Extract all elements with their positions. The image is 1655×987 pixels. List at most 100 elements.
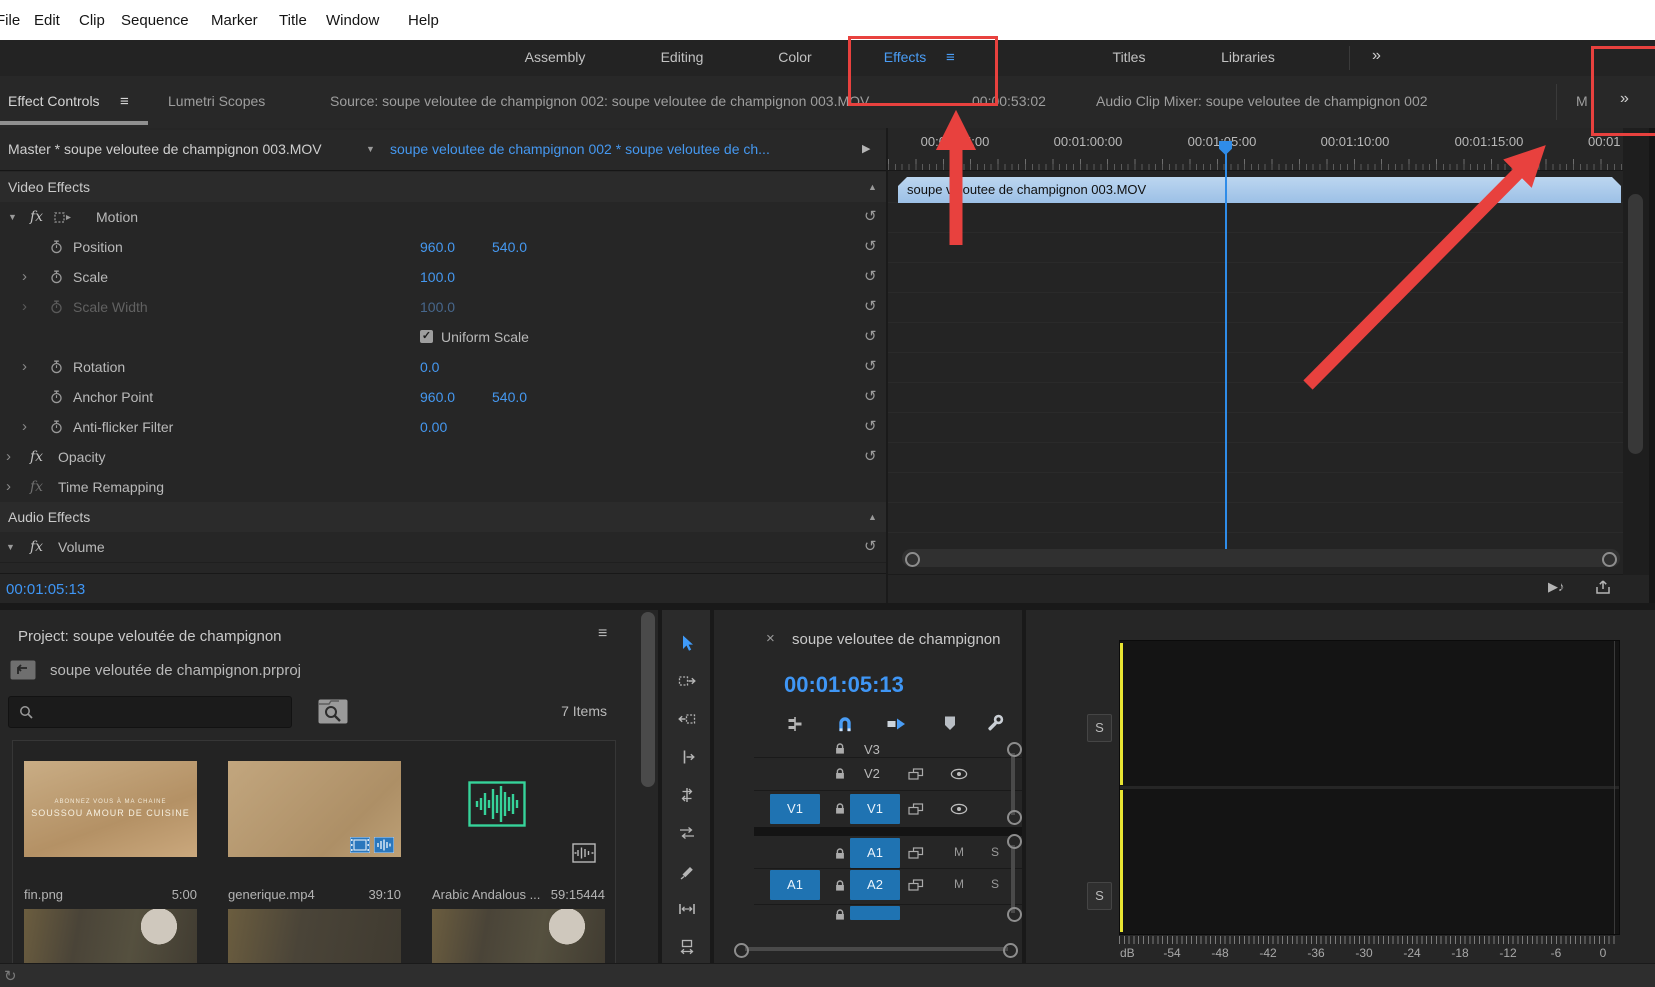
master-clip-label[interactable]: Master * soupe veloutee de champignon 00… xyxy=(8,141,322,157)
solo-track-button[interactable]: S xyxy=(991,877,999,891)
tab-source-monitor[interactable]: Source: soupe veloutee de champignon 002… xyxy=(330,93,869,109)
opacity-row[interactable]: › fx Opacity ↺ xyxy=(0,442,888,473)
project-bin[interactable]: ABONNEZ VOUS À MA CHAINE SOUSSOU AMOUR D… xyxy=(12,740,616,963)
reset-scale-icon[interactable]: ↺ xyxy=(864,262,877,292)
volume-row[interactable]: ▼ fx Volume ↺ xyxy=(0,532,888,563)
solo-track-button[interactable]: S xyxy=(991,845,999,859)
add-marker-icon[interactable] xyxy=(943,715,957,731)
motion-effect-row[interactable]: ▼ fx Motion ↺ xyxy=(0,202,888,233)
track-output-icon[interactable] xyxy=(908,879,924,891)
lock-track-icon[interactable] xyxy=(834,879,846,892)
reset-rotation-icon[interactable]: ↺ xyxy=(864,352,877,382)
expand-motion-icon[interactable]: ▼ xyxy=(8,202,17,232)
menu-sequence[interactable]: Sequence xyxy=(121,12,189,29)
track-select-forward-tool[interactable] xyxy=(678,672,696,690)
workspace-tab-color[interactable]: Color xyxy=(778,49,811,65)
project-item-thumbnail[interactable] xyxy=(432,909,605,963)
expand-time-remapping-icon[interactable]: › xyxy=(6,472,11,502)
expand-rotation-icon[interactable]: › xyxy=(22,352,27,382)
stopwatch-icon[interactable] xyxy=(50,390,63,404)
audio-track-scrollbar[interactable] xyxy=(1011,845,1015,913)
track-target-a3-partial[interactable] xyxy=(850,906,900,920)
rotation-row[interactable]: › Rotation 0.0 ↺ xyxy=(0,352,888,383)
uniform-scale-checkbox[interactable]: ✓ xyxy=(420,330,433,343)
workspace-tab-libraries[interactable]: Libraries xyxy=(1221,49,1275,65)
search-bin-button[interactable] xyxy=(318,697,348,724)
track-name-v3[interactable]: V3 xyxy=(864,742,880,757)
stopwatch-icon[interactable] xyxy=(50,240,63,254)
project-item-thumbnail[interactable] xyxy=(228,909,401,963)
project-panel-title[interactable]: Project: soupe veloutée de champignon xyxy=(18,628,282,645)
video-scroll-handle-bottom[interactable] xyxy=(1007,810,1022,825)
expand-opacity-icon[interactable]: › xyxy=(6,442,11,472)
workspace-overflow-icon[interactable]: » xyxy=(1372,47,1381,65)
audio-scroll-handle-top[interactable] xyxy=(1007,834,1022,849)
expand-scale-icon[interactable]: › xyxy=(22,262,27,292)
source-patch-v1[interactable]: V1 xyxy=(770,794,820,824)
anchor-x-value[interactable]: 960.0 xyxy=(420,382,455,412)
fx-badge-icon[interactable]: fx xyxy=(30,202,43,232)
tab-effect-controls[interactable]: Effect Controls xyxy=(8,93,100,109)
scrollbar-right-handle[interactable] xyxy=(1602,552,1617,567)
collapse-section-icon[interactable]: ▲ xyxy=(868,172,877,202)
razor-tool[interactable] xyxy=(678,862,696,880)
playhead-line[interactable] xyxy=(1225,152,1227,560)
zoom-handle-left[interactable] xyxy=(734,943,749,958)
stopwatch-icon[interactable] xyxy=(50,360,63,374)
uniform-scale-row[interactable]: ✓ Uniform Scale ↺ xyxy=(0,322,888,353)
menu-file[interactable]: File xyxy=(0,12,20,29)
video-track-scrollbar[interactable] xyxy=(1011,753,1015,815)
timeline-tab-label[interactable]: soupe veloutee de champignon xyxy=(792,631,1001,648)
reset-opacity-icon[interactable]: ↺ xyxy=(864,442,877,472)
menu-help[interactable]: Help xyxy=(408,12,439,29)
reset-scale-width-icon[interactable]: ↺ xyxy=(864,292,877,322)
expand-scale-width-icon[interactable]: › xyxy=(22,292,27,322)
timeline-display-settings-icon[interactable] xyxy=(786,716,804,732)
tab-lumetri-scopes[interactable]: Lumetri Scopes xyxy=(168,93,265,109)
collapse-section-icon[interactable]: ▲ xyxy=(868,502,877,532)
timeline-view-toggle-icon[interactable]: ▶ xyxy=(862,142,870,155)
toggle-track-visibility-icon[interactable] xyxy=(950,803,968,815)
slip-tool[interactable] xyxy=(678,900,696,918)
zoom-handle-right[interactable] xyxy=(1003,943,1018,958)
project-item-name[interactable]: fin.png xyxy=(24,887,63,902)
snap-magnet-icon[interactable] xyxy=(836,715,854,733)
reset-anti-flicker-icon[interactable]: ↺ xyxy=(864,412,877,442)
track-output-icon[interactable] xyxy=(908,768,924,780)
expand-volume-icon[interactable]: ▼ xyxy=(6,532,15,562)
track-target-a2[interactable]: A2 xyxy=(850,870,900,900)
lock-track-icon[interactable] xyxy=(834,767,846,780)
ecp-split-divider[interactable] xyxy=(886,128,888,603)
anchor-point-row[interactable]: Anchor Point 960.0 540.0 ↺ xyxy=(0,382,888,413)
expand-anti-flicker-icon[interactable]: › xyxy=(22,412,27,442)
workspace-tab-editing[interactable]: Editing xyxy=(661,49,704,65)
menu-edit[interactable]: Edit xyxy=(34,12,60,29)
toggle-track-visibility-icon[interactable] xyxy=(950,768,968,780)
effect-controls-timecode[interactable]: 00:01:05:13 xyxy=(6,581,85,598)
sequence-clip-label[interactable]: soupe veloutee de champignon 002 * soupe… xyxy=(390,141,770,157)
ecp-vertical-scrollbar[interactable] xyxy=(1628,194,1643,454)
project-item-thumbnail-fin[interactable]: ABONNEZ VOUS À MA CHAINE SOUSSOU AMOUR D… xyxy=(24,761,197,857)
refresh-status-icon[interactable]: ↻ xyxy=(4,967,17,985)
close-icon[interactable]: × xyxy=(766,630,775,647)
lock-track-icon[interactable] xyxy=(834,802,846,815)
lock-track-icon[interactable] xyxy=(834,908,846,921)
solo-left-channel-button[interactable]: S xyxy=(1087,714,1112,742)
source-patch-a1[interactable]: A1 xyxy=(770,870,820,900)
chevron-down-icon[interactable]: ▼ xyxy=(366,144,375,154)
reset-volume-icon[interactable]: ↺ xyxy=(864,532,877,562)
position-x-value[interactable]: 960.0 xyxy=(420,232,455,262)
project-item-thumbnail[interactable] xyxy=(24,909,197,963)
slide-tool[interactable] xyxy=(678,938,696,956)
rate-stretch-tool[interactable] xyxy=(678,824,696,842)
lock-track-icon[interactable] xyxy=(834,742,846,755)
timeline-timecode[interactable]: 00:01:05:13 xyxy=(784,672,904,698)
project-item-name[interactable]: Arabic Andalous ... xyxy=(432,887,540,902)
navigate-up-icon[interactable] xyxy=(10,660,36,680)
menu-clip[interactable]: Clip xyxy=(79,12,105,29)
effect-controls-panel-menu-icon[interactable]: ≡ xyxy=(120,93,129,110)
tab-audio-clip-mixer[interactable]: Audio Clip Mixer: soupe veloutee de cham… xyxy=(1096,93,1428,109)
track-target-v1[interactable]: V1 xyxy=(850,794,900,824)
reset-anchor-icon[interactable]: ↺ xyxy=(864,382,877,412)
lock-track-icon[interactable] xyxy=(834,847,846,860)
